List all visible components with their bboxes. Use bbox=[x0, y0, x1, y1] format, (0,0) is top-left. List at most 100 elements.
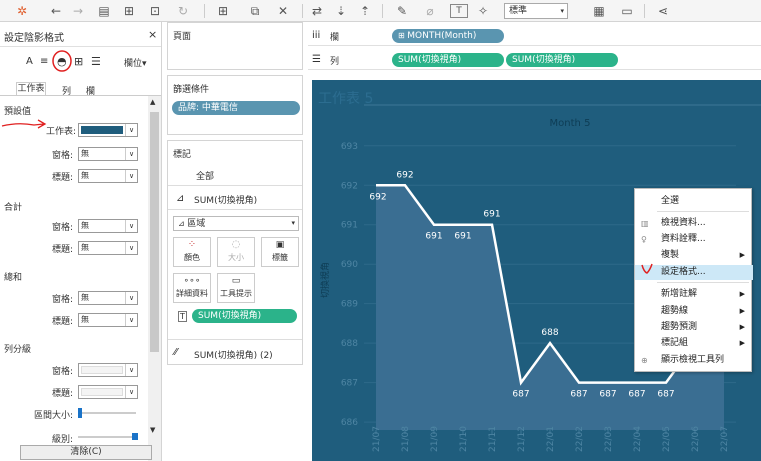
refresh-icon[interactable]: ↻ bbox=[172, 2, 194, 20]
y-tick-label: 691 bbox=[341, 221, 358, 231]
rows-icon: ☰ bbox=[312, 54, 321, 65]
tableau-logo-icon[interactable]: ✲ bbox=[14, 2, 30, 20]
format-alignment-icon[interactable]: ≡ bbox=[40, 56, 48, 67]
scroll-down-icon[interactable]: ▼ bbox=[150, 426, 155, 434]
show-mark-labels-icon[interactable]: T bbox=[450, 4, 468, 18]
row-measure-pill-2[interactable]: SUM(切換視角) bbox=[506, 53, 618, 67]
field-dropdown[interactable]: 欄位▾ bbox=[124, 56, 147, 69]
marks-all-tab[interactable]: 全部 bbox=[196, 169, 214, 182]
marks-measure-tab-2[interactable]: SUM(切換視角) (2) bbox=[194, 348, 273, 361]
header-label: 標題: bbox=[52, 389, 74, 399]
label-icon: ▣ bbox=[275, 240, 285, 250]
menu-item-9[interactable]: ⊕ 顯示檢視工具列 bbox=[635, 353, 753, 368]
section-grand-total: 總和 bbox=[4, 273, 23, 283]
sort-descending-icon[interactable]: ⇡ bbox=[356, 2, 374, 20]
chevron-down-icon: ∨ bbox=[125, 148, 137, 160]
close-icon[interactable]: × bbox=[148, 28, 157, 41]
save-icon[interactable]: ▤ bbox=[96, 2, 112, 20]
rows-shelf[interactable]: ☰ 列 SUM(切換視角) SUM(切換視角) bbox=[308, 50, 761, 70]
chevron-down-icon: ∨ bbox=[125, 220, 137, 232]
pause-updates-icon[interactable]: ⊡ bbox=[146, 2, 164, 20]
section-total: 合計 bbox=[4, 203, 23, 213]
total-header-select[interactable]: 無 ∨ bbox=[78, 241, 138, 255]
format-lines-icon[interactable]: ☰ bbox=[91, 55, 101, 68]
menu-item-0[interactable]: 全選 bbox=[635, 194, 753, 209]
sort-ascending-icon[interactable]: ⇣ bbox=[332, 2, 350, 20]
y-axis-label: 切換視角 bbox=[319, 262, 331, 298]
share-icon[interactable]: ⋖ bbox=[654, 2, 672, 20]
worksheet-shading-select[interactable]: ∨ bbox=[78, 123, 138, 137]
mark-type-select[interactable]: ⊿ 區域 ▾ bbox=[173, 216, 299, 231]
tooltip-button[interactable]: ▭ 工具提示 bbox=[217, 273, 255, 303]
month-pill[interactable]: ⊞ MONTH(Month) bbox=[392, 29, 504, 43]
marks-measure-pill[interactable]: SUM(切換視角) bbox=[192, 309, 297, 323]
new-worksheet-icon[interactable]: ⊞ bbox=[212, 2, 234, 20]
x-tick-label: 21/11 bbox=[488, 426, 498, 452]
header-shading-select[interactable]: 無 ∨ bbox=[78, 169, 138, 183]
menu-item-8[interactable]: 標記組 ▶ bbox=[635, 336, 753, 351]
menu-item-6[interactable]: 趨勢線 ▶ bbox=[635, 304, 753, 319]
pane-label: 窗格: bbox=[52, 295, 74, 305]
x-tick-label: 22/02 bbox=[575, 426, 585, 452]
filter-pill[interactable]: 品牌: 中華電信 bbox=[172, 101, 300, 115]
filters-shelf[interactable]: 篩選條件 品牌: 中華電信 bbox=[167, 75, 303, 135]
fix-axes-icon[interactable]: ✧ bbox=[474, 2, 492, 20]
chevron-down-icon: ▾ bbox=[560, 7, 564, 15]
header-label: 標題: bbox=[52, 245, 74, 255]
menu-item-icon: ♀ bbox=[641, 235, 647, 244]
band-header-select[interactable]: ∨ bbox=[78, 385, 138, 399]
format-shading-panel: 設定陰影格式 × A ≡ ◓ ⊞ ☰ 欄位▾ 工作表 列 欄 ▲ ▼ 預設值 工… bbox=[0, 22, 162, 461]
section-row-banding: 列分級 bbox=[4, 345, 32, 355]
y-tick-label: 688 bbox=[341, 339, 358, 349]
level-slider[interactable] bbox=[78, 433, 138, 440]
scroll-up-icon[interactable]: ▲ bbox=[150, 98, 155, 106]
clear-button[interactable]: 清除(C) bbox=[20, 445, 152, 460]
expand-icon: ⊞ bbox=[398, 31, 408, 40]
menu-item-label: 檢視資料... bbox=[661, 218, 706, 228]
x-tick-label: 22/01 bbox=[546, 426, 556, 452]
presentation-mode-icon[interactable]: ▭ bbox=[618, 2, 636, 20]
total-pane-select[interactable]: 無 ∨ bbox=[78, 219, 138, 233]
show-cards-icon[interactable]: ▦ bbox=[588, 2, 610, 20]
pane-shading-select[interactable]: 無 ∨ bbox=[78, 147, 138, 161]
column-header: Month 5 bbox=[550, 118, 591, 129]
menu-item-1[interactable]: ▥ 檢視資料... bbox=[635, 216, 753, 231]
menu-item-icon: ⊕ bbox=[641, 356, 648, 365]
format-font-icon[interactable]: A bbox=[26, 56, 33, 67]
menu-item-label: 顯示檢視工具列 bbox=[661, 355, 725, 365]
format-borders-icon[interactable]: ⊞ bbox=[74, 55, 83, 68]
label-button[interactable]: ▣ 標籤 bbox=[261, 237, 299, 267]
menu-item-2[interactable]: ♀ 資料詮釋... bbox=[635, 232, 753, 247]
group-members-icon[interactable]: ⌀ bbox=[420, 2, 440, 20]
columns-shelf[interactable]: iii 欄 ⊞ MONTH(Month) bbox=[308, 26, 761, 46]
size-button[interactable]: ◌ 大小 bbox=[217, 237, 255, 267]
menu-item-3[interactable]: 複製 ▶ bbox=[635, 248, 753, 263]
band-pane-select[interactable]: ∨ bbox=[78, 363, 138, 377]
tab-worksheet[interactable]: 工作表 bbox=[16, 82, 46, 96]
band-size-label: 區間大小: bbox=[34, 411, 74, 421]
menu-item-7[interactable]: 趨勢預測 ▶ bbox=[635, 320, 753, 335]
color-button[interactable]: ⁘ 顏色 bbox=[173, 237, 211, 267]
marks-measure-tab-1[interactable]: SUM(切換視角) bbox=[194, 193, 257, 206]
pages-shelf[interactable]: 頁面 bbox=[167, 22, 303, 70]
detail-button[interactable]: ∘∘∘ 詳細資料 bbox=[173, 273, 211, 303]
row-measure-pill-1[interactable]: SUM(切換視角) bbox=[392, 53, 504, 67]
view-size-select[interactable]: 標準 ▾ bbox=[504, 3, 568, 19]
new-datasource-icon[interactable]: ⊞ bbox=[120, 2, 138, 20]
clear-sheet-icon[interactable]: ✕ bbox=[272, 2, 294, 20]
x-tick-label: 22/07 bbox=[720, 426, 730, 452]
grand-pane-select[interactable]: 無 ∨ bbox=[78, 291, 138, 305]
menu-item-label: 標記組 bbox=[661, 338, 689, 348]
swap-rows-columns-icon[interactable]: ⇄ bbox=[308, 2, 326, 20]
duplicate-sheet-icon[interactable]: ⧉ bbox=[244, 2, 266, 20]
tooltip-icon: ▭ bbox=[231, 276, 241, 286]
highlight-icon[interactable]: ✎ bbox=[392, 2, 412, 20]
size-icon: ◌ bbox=[231, 239, 241, 250]
x-tick-label: 22/03 bbox=[604, 426, 614, 452]
scrollbar[interactable]: ▲ ▼ bbox=[148, 96, 161, 461]
undo-icon[interactable]: ← bbox=[48, 2, 64, 20]
band-size-slider[interactable] bbox=[78, 408, 136, 418]
grand-header-select[interactable]: 無 ∨ bbox=[78, 313, 138, 327]
redo-icon[interactable]: → bbox=[70, 2, 86, 20]
menu-item-5[interactable]: 新增註解 ▶ bbox=[635, 287, 753, 302]
